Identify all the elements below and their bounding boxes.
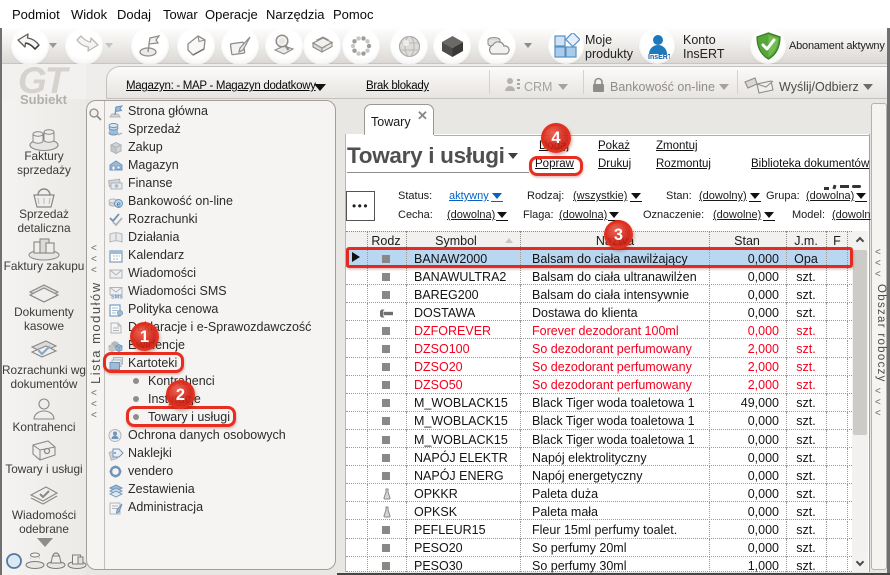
- svg-text:InsERT: InsERT: [648, 54, 670, 60]
- svg-text:SMS: SMS: [111, 295, 123, 301]
- svg-text:e: e: [117, 199, 121, 208]
